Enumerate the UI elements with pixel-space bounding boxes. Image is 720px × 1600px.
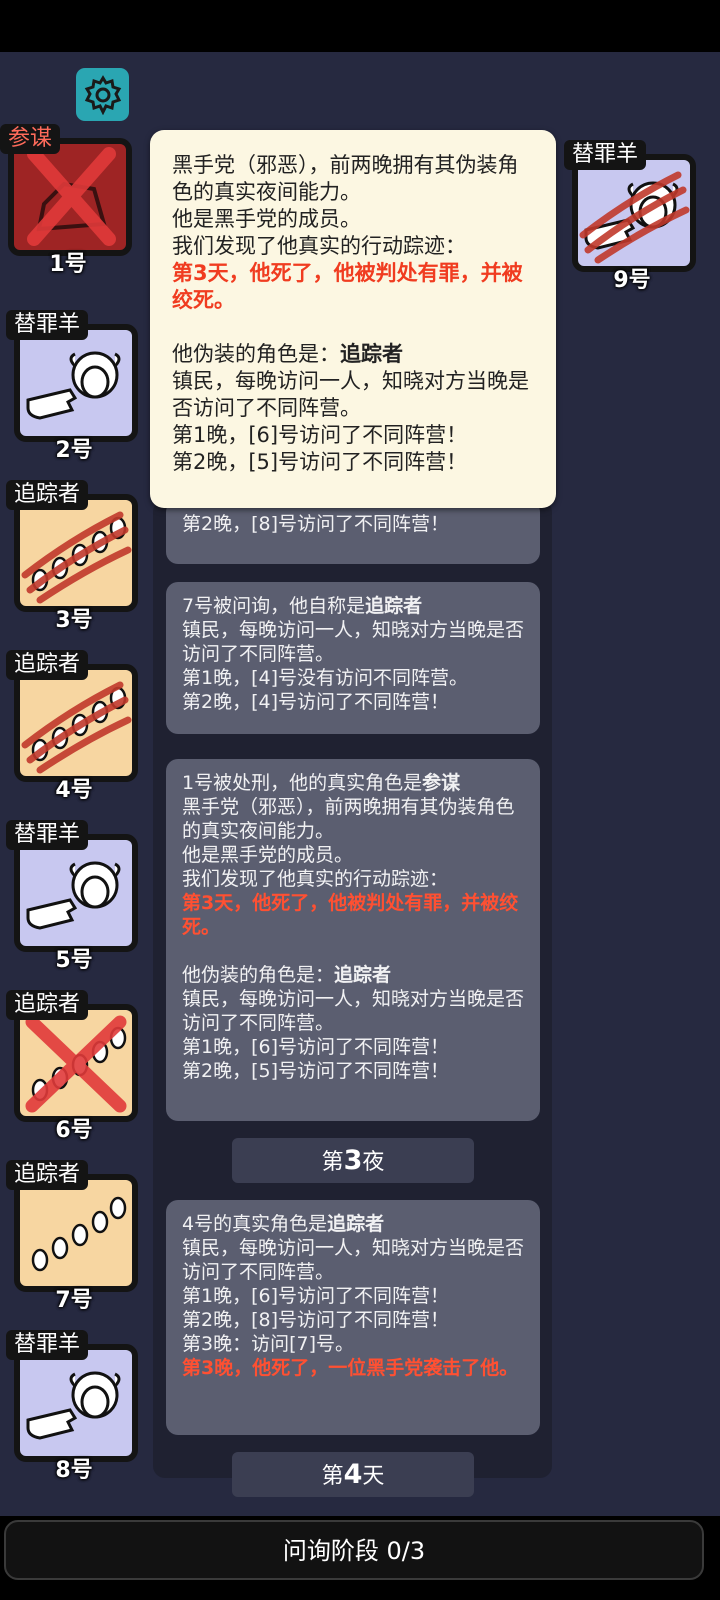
settings-button[interactable]: [76, 68, 129, 121]
header-text: 天: [362, 1464, 385, 1489]
role-tag: 追踪者: [6, 990, 89, 1020]
role-description: 镇民，每晚访问一人，知晓对方当晚是否访问了不同阵营。: [182, 988, 525, 1034]
log-entry-player1-execution: 1号被处刑，他的真实角色是参谋 黑手党（邪恶），前两晚拥有其伪装角色的真实夜间能…: [166, 759, 540, 1121]
player-number: 2号: [55, 438, 93, 463]
role-name: 参谋: [422, 772, 461, 794]
role-tag: 替罪羊: [6, 820, 89, 850]
sheep-pointing-icon: [26, 1371, 121, 1440]
death-notice: 第3天，他死了，他被判处有罪，并被绞死。: [172, 261, 523, 312]
player-number: 8号: [55, 1458, 93, 1483]
player-number: 6号: [55, 1118, 93, 1143]
player-number: 7号: [55, 1288, 93, 1313]
role-tag: 追踪者: [6, 480, 89, 510]
player-number: 5号: [55, 948, 93, 973]
role-tag: 追踪者: [6, 1160, 89, 1190]
role-detail-popup[interactable]: 黑手党（邪恶），前两晚拥有其伪装角色的真实夜间能力。 他是黑手党的成员。 我们发…: [150, 130, 556, 508]
popup-line: 第1晚，[6]号访问了不同阵营！: [172, 423, 468, 447]
death-notice: 第3晚，他死了，一位黑手党袭击了他。: [182, 1357, 519, 1379]
sheep-pointing-icon: [579, 171, 690, 264]
footprints-icon: [21, 681, 132, 774]
log-line: 第3晚：访问[7]号。: [182, 1333, 355, 1355]
log-entry-player7: 7号被问询，他自称是追踪者 镇民，每晚访问一人，知晓对方当晚是否访问了不同阵营。…: [166, 582, 540, 734]
player-card-1[interactable]: 参谋 1号: [0, 124, 136, 277]
card-art: [8, 138, 132, 256]
broken-goblet-icon: [27, 147, 116, 246]
role-description: 镇民，每晚访问一人，知晓对方当晚是否访问了不同阵营。: [182, 619, 525, 665]
role-tag: 追踪者: [6, 650, 89, 680]
night-3-header: 第3夜: [232, 1138, 474, 1183]
card-art: [14, 1344, 138, 1462]
popup-line: 他是黑手党的成员。: [172, 207, 361, 231]
log-entry-player4: 4号的真实角色是追踪者 镇民，每晚访问一人，知晓对方当晚是否访问了不同阵营。 第…: [166, 1200, 540, 1435]
sheep-pointing-icon: [26, 351, 121, 420]
popup-line: 他伪装的角色是：: [172, 342, 340, 366]
header-text: 第: [321, 1464, 344, 1489]
card-art: [572, 154, 696, 272]
player-card-7[interactable]: 追踪者 7号: [6, 1160, 142, 1313]
footprints-icon: [25, 1015, 127, 1113]
player-card-4[interactable]: 追踪者 4号: [6, 650, 142, 803]
player-number: 9号: [613, 268, 651, 293]
log-entry-partial: 第2晚，[8]号访问了不同阵营！: [166, 500, 540, 564]
role-name: 追踪者: [334, 964, 392, 986]
role-description: 镇民，每晚访问一人，知晓对方当晚是否访问了不同阵营。: [172, 369, 529, 420]
player-card-2[interactable]: 替罪羊 2号: [6, 310, 142, 463]
log-line: 4号的真实角色是: [182, 1213, 328, 1235]
log-line: 7号被问询，他自称是: [182, 595, 366, 617]
log-line: 第1晚，[6]号访问了不同阵营！: [182, 1036, 450, 1058]
death-notice: 第3天，他死了，他被判处有罪，并被绞死。: [182, 892, 519, 938]
log-line: 他是黑手党的成员。: [182, 844, 354, 866]
log-line: 第1晚，[4]号没有访问不同阵营。: [182, 667, 469, 689]
role-tag: 参谋: [0, 124, 61, 154]
phase-bar[interactable]: 问询阶段 0/3: [4, 1520, 704, 1580]
player-number: 3号: [55, 608, 93, 633]
player-card-9[interactable]: 替罪羊 9号: [564, 140, 700, 293]
phase-label: 问询阶段: [282, 1537, 379, 1565]
player-card-3[interactable]: 追踪者 3号: [6, 480, 142, 633]
log-line: 我们发现了他真实的行动踪迹：: [182, 868, 449, 890]
player-card-5[interactable]: 替罪羊 5号: [6, 820, 142, 973]
card-art: [14, 664, 138, 782]
card-art: [14, 1004, 138, 1122]
role-tag: 替罪羊: [6, 310, 89, 340]
sheep-pointing-icon: [26, 861, 121, 930]
role-tag: 替罪羊: [564, 140, 647, 170]
log-line: 第1晚，[6]号访问了不同阵营！: [182, 1285, 450, 1307]
card-art: [14, 324, 138, 442]
header-text: 夜: [362, 1150, 385, 1175]
player-card-8[interactable]: 替罪羊 8号: [6, 1330, 142, 1483]
role-name: 追踪者: [365, 595, 423, 617]
log-line: 第2晚，[8]号访问了不同阵营！: [182, 513, 450, 535]
log-line: 第2晚，[5]号访问了不同阵营！: [182, 1060, 450, 1082]
card-art: [14, 1174, 138, 1292]
log-line: 第2晚，[4]号访问了不同阵营！: [182, 691, 450, 713]
popup-line: 第2晚，[5]号访问了不同阵营！: [172, 450, 468, 474]
player-number: 1号: [49, 252, 87, 277]
header-number: 4: [343, 1459, 363, 1490]
gear-icon: [84, 74, 121, 115]
header-text: 第: [321, 1150, 344, 1175]
role-name: 追踪者: [340, 342, 403, 366]
day-4-header: 第4天: [232, 1452, 474, 1497]
role-description: 黑手党（邪恶），前两晚拥有其伪装角色的真实夜间能力。: [182, 796, 515, 842]
popup-line: 黑手党（邪恶），前两晚拥有其伪装角色的真实夜间能力。: [172, 153, 519, 204]
footprints-icon: [21, 511, 132, 604]
log-line: 1号被处刑，他的真实角色是: [182, 772, 423, 794]
log-line: 他伪装的角色是：: [182, 964, 335, 986]
status-bar: [0, 0, 720, 52]
role-tag: 替罪羊: [6, 1330, 89, 1360]
role-name: 追踪者: [327, 1213, 385, 1235]
card-art: [14, 834, 138, 952]
phase-progress: 0/3: [386, 1537, 426, 1565]
card-art: [14, 494, 138, 612]
log-line: 第2晚，[8]号访问了不同阵营！: [182, 1309, 450, 1331]
player-number: 4号: [55, 778, 93, 803]
footprints-icon: [31, 1196, 127, 1272]
player-card-6[interactable]: 追踪者 6号: [6, 990, 142, 1143]
role-description: 镇民，每晚访问一人，知晓对方当晚是否访问了不同阵营。: [182, 1237, 525, 1283]
header-number: 3: [343, 1145, 363, 1176]
popup-line: 我们发现了他真实的行动踪迹：: [172, 234, 466, 258]
